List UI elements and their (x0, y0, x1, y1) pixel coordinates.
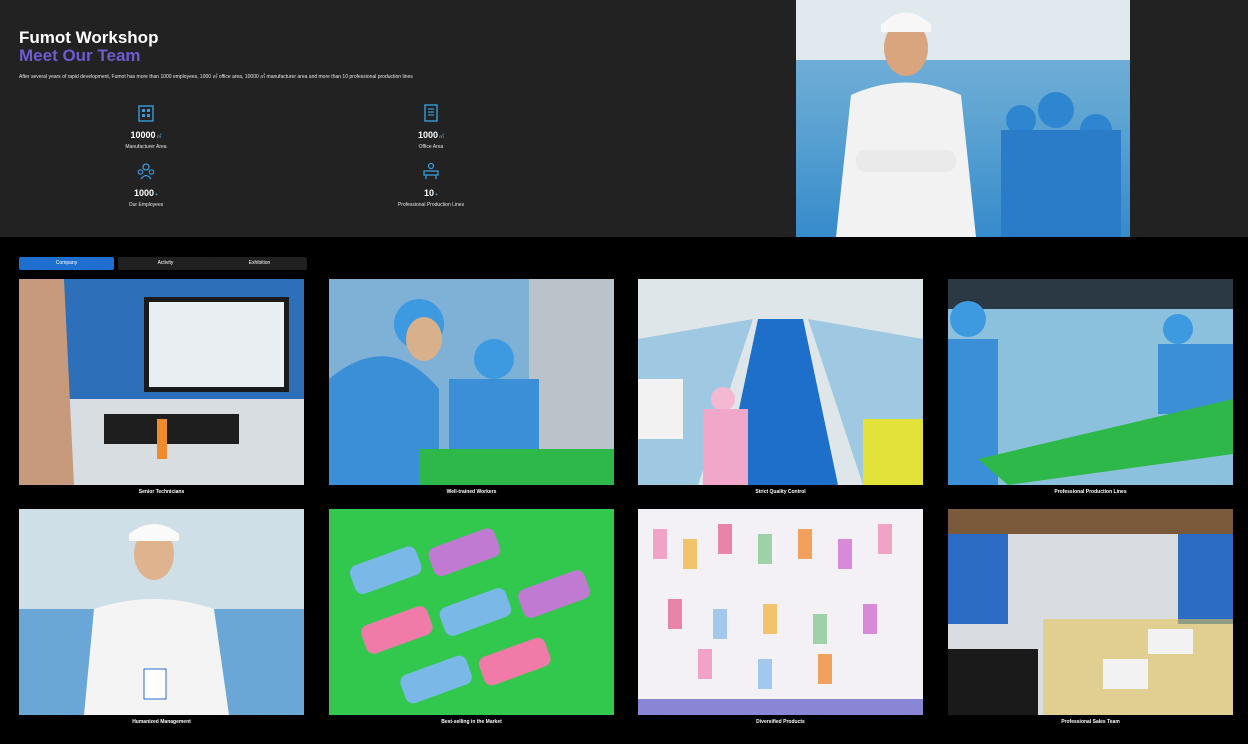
stat-value: 1000 (134, 188, 155, 198)
stat-unit: ㎡ (156, 134, 162, 140)
hero-description: After several years of rapid development… (19, 74, 413, 80)
tab-activity[interactable]: Activity (118, 257, 213, 270)
senior-technicians-photo (19, 279, 304, 485)
stat-value: 10000 (130, 130, 156, 140)
tab-company[interactable]: Company (19, 257, 114, 270)
stat-office-area: 1000㎡ Office Area (361, 103, 501, 151)
page-subtitle: Meet Our Team (19, 46, 141, 65)
professional-production-lines-photo (948, 279, 1233, 485)
stat-value: 10 (424, 188, 435, 198)
gallery-caption: Strict Quality Control (755, 489, 806, 495)
gallery-card[interactable]: Diversified Products (638, 509, 923, 725)
office-building-icon (424, 104, 438, 122)
gallery-card[interactable]: Senior Technicians (19, 279, 304, 495)
gallery-caption: Best-selling in the Market (441, 719, 502, 725)
well-trained-workers-photo (329, 279, 614, 485)
gallery-card[interactable]: Professional Sales Team (948, 509, 1233, 725)
stat-value: 1000 (417, 130, 438, 140)
best-selling-products-photo (329, 509, 614, 715)
professional-sales-team-photo (948, 509, 1233, 715)
gallery-caption: Diversified Products (756, 719, 805, 725)
strict-quality-control-photo (638, 279, 923, 485)
production-line-icon (423, 162, 439, 179)
team-leader-photo (796, 0, 1130, 237)
stat-employees: 1000+ Our Employees (76, 161, 216, 209)
stat-label: Office Area (418, 144, 444, 150)
factory-icon (138, 105, 154, 122)
gallery-card[interactable]: Strict Quality Control (638, 279, 923, 495)
gallery-caption: Well-trained Workers (446, 489, 497, 495)
stat-label: Our Employees (128, 202, 164, 208)
team-icon (137, 163, 155, 180)
stat-production-lines: 10+ Professional Production Lines (361, 161, 501, 209)
gallery-card[interactable]: Professional Production Lines (948, 279, 1233, 495)
gallery-caption: Professional Production Lines (1054, 489, 1127, 495)
stat-manufacturer-area: 10000㎡ Manufacturer Area (76, 103, 216, 151)
gallery-card[interactable]: Best-selling in the Market (329, 509, 614, 725)
humanized-management-photo (19, 509, 304, 715)
hero-section: Fumot Workshop Meet Our Team After sever… (0, 0, 1248, 237)
stat-unit: + (155, 192, 158, 198)
diversified-products-photo (638, 509, 923, 715)
page-title: Fumot Workshop (19, 28, 159, 47)
gallery-card[interactable]: Well-trained Workers (329, 279, 614, 495)
gallery-card[interactable]: Humanized Management (19, 509, 304, 725)
stat-label: Manufacturer Area (125, 144, 167, 150)
stat-label: Professional Production Lines (397, 202, 465, 208)
gallery-caption: Professional Sales Team (1061, 719, 1120, 725)
stat-unit: + (435, 192, 438, 198)
tab-exhibition[interactable]: Exhibition (212, 257, 307, 270)
gallery-caption: Senior Technicians (138, 489, 185, 495)
gallery-caption: Humanized Management (132, 719, 191, 725)
stat-unit: ㎡ (439, 134, 445, 140)
